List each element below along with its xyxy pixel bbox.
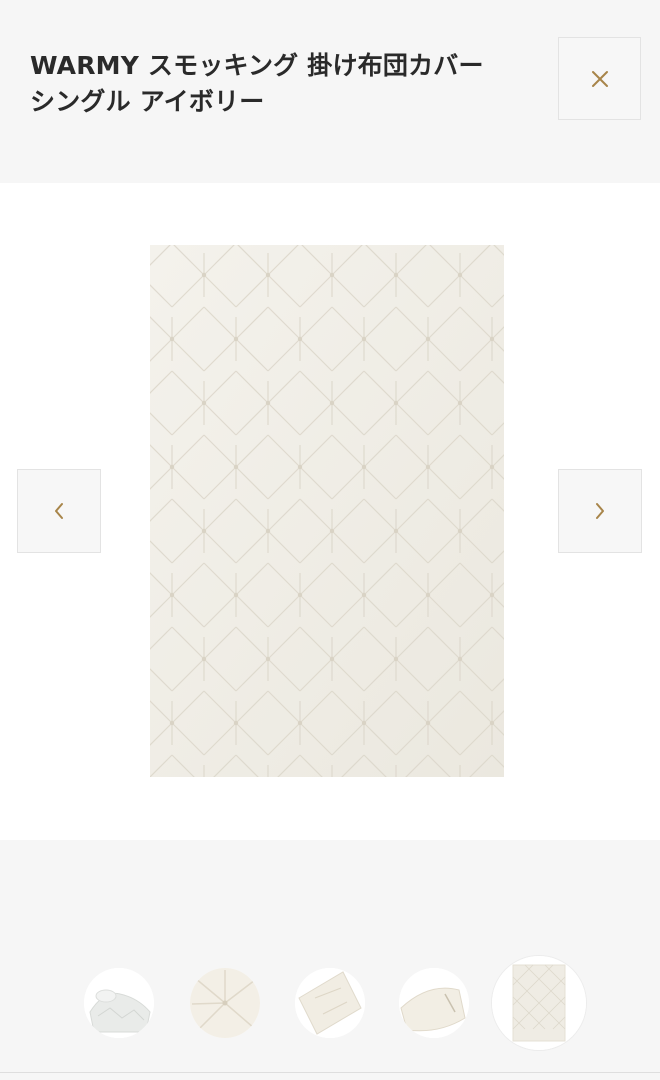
next-image-button[interactable] [558, 469, 642, 553]
main-product-image [150, 245, 504, 777]
chevron-left-icon [55, 503, 63, 519]
thumbnail-1-bedding[interactable] [84, 968, 154, 1038]
prev-image-button[interactable] [17, 469, 101, 553]
close-button[interactable] [558, 37, 641, 120]
thumbnail-4-zipper[interactable] [399, 968, 469, 1038]
thumbnail-5-full-cover[interactable] [492, 956, 586, 1050]
image-viewer [0, 183, 660, 840]
thumbnail-2-detail[interactable] [190, 968, 260, 1038]
product-image-modal: WARMY スモッキング 掛け布団カバー シングル アイボリー [0, 0, 660, 1080]
close-icon [591, 70, 608, 87]
bottom-divider [0, 1072, 660, 1073]
modal-header: WARMY スモッキング 掛け布団カバー シングル アイボリー [0, 0, 660, 182]
product-title: WARMY スモッキング 掛け布団カバー シングル アイボリー [30, 51, 484, 116]
thumbnail-strip [0, 841, 660, 1080]
thumbnail-3-corner[interactable] [295, 968, 365, 1038]
chevron-right-icon [596, 503, 604, 519]
